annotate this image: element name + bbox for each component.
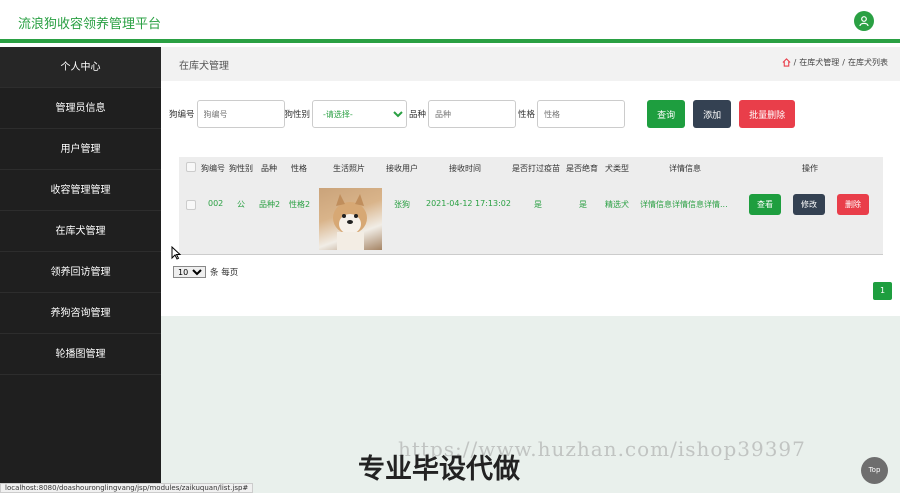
cell-gender: 公 <box>237 200 245 209</box>
breadcrumb-item-module[interactable]: 在库犬管理 <box>799 57 839 68</box>
cell-vaccinated: 是 <box>534 200 542 209</box>
temperament-label: 性格 <box>518 110 536 120</box>
cell-temperament: 性格2 <box>289 200 311 209</box>
temperament-input[interactable] <box>537 100 626 128</box>
breadcrumb-separator: / <box>793 58 797 67</box>
cell-receiver: 张狗 <box>394 200 410 209</box>
add-button[interactable]: 添加 <box>693 100 732 128</box>
header-receiver: 接收用户 <box>386 164 418 173</box>
header-neutered: 是否绝育 <box>566 164 598 173</box>
per-page-label: 条 每页 <box>210 268 239 278</box>
select-all-checkbox[interactable] <box>186 162 196 172</box>
breadcrumb-separator: / <box>842 58 845 67</box>
edit-button[interactable]: 修改 <box>793 194 825 215</box>
sidebar-item-adoption-followup[interactable]: 领养回访管理 <box>0 252 161 293</box>
header-gender: 狗性别 <box>229 164 253 173</box>
header-breed: 品种 <box>261 164 277 173</box>
home-icon[interactable] <box>782 58 791 67</box>
dog-no-input[interactable] <box>196 100 285 128</box>
watermark-text: 专业毕设代做 <box>358 454 520 485</box>
breadcrumb-item-list: 在库犬列表 <box>848 58 888 67</box>
dog-photo <box>319 188 382 250</box>
app-title: 流浪狗收容领养管理平台 <box>18 17 162 32</box>
dog-no-label: 狗编号 <box>169 110 195 120</box>
sidebar-item-carousel[interactable]: 轮播图管理 <box>0 334 161 375</box>
top-header: 流浪狗收容领养管理平台 <box>0 0 900 43</box>
breadcrumb: / 在库犬管理 / 在库犬列表 <box>782 57 888 68</box>
header-dog-type: 犬类型 <box>605 164 629 173</box>
content-panel: 在库犬管理 / 在库犬管理 / 在库犬列表 狗编号 狗性别 -请选择- 品种 性… <box>161 47 900 316</box>
title-bar: 在库犬管理 / 在库犬管理 / 在库犬列表 <box>161 47 900 81</box>
user-avatar-icon[interactable] <box>854 11 874 31</box>
delete-button[interactable]: 删除 <box>837 194 869 215</box>
back-to-top-button[interactable]: Top <box>861 457 888 484</box>
sidebar-item-dog-consultation[interactable]: 养狗咨询管理 <box>0 293 161 334</box>
cell-receive-time: 2021-04-12 17:13:02 <box>426 199 511 208</box>
cell-neutered: 是 <box>579 200 587 209</box>
sidebar-item-user-management[interactable]: 用户管理 <box>0 129 161 170</box>
dog-table: 狗编号 狗性别 品种 性格 生活照片 接收用户 接收时间 是否打过疫苗 是否绝育… <box>179 157 883 255</box>
sidebar: 个人中心 管理员信息 用户管理 收容管理管理 在库犬管理 领养回访管理 养狗咨询… <box>0 47 161 493</box>
header-receive-time: 接收时间 <box>449 164 481 173</box>
mouse-cursor-icon <box>171 246 181 260</box>
batch-delete-button[interactable]: 批量删除 <box>739 100 796 128</box>
search-form: 狗编号 狗性别 -请选择- 品种 性格 查询 添加 批量删除 <box>169 99 796 129</box>
page-title: 在库犬管理 <box>179 61 229 72</box>
table-row: 002 公 品种2 性格2 张狗 2021-04-12 17:13:02 是 是… <box>179 177 883 255</box>
row-checkbox[interactable] <box>186 200 196 210</box>
header-dog-no: 狗编号 <box>201 164 225 173</box>
view-button[interactable]: 查看 <box>749 194 781 215</box>
header-photo: 生活照片 <box>333 164 365 173</box>
sidebar-item-admin-info[interactable]: 管理员信息 <box>0 88 161 129</box>
gender-select[interactable]: -请选择- <box>312 100 408 128</box>
header-actions: 操作 <box>802 164 818 173</box>
breed-input[interactable] <box>428 100 517 128</box>
header-temperament: 性格 <box>291 164 307 173</box>
page-size-select[interactable]: 10 <box>173 266 206 278</box>
breed-label: 品种 <box>409 110 427 120</box>
sidebar-item-in-stock-dogs[interactable]: 在库犬管理 <box>0 211 161 252</box>
cell-dog-type: 精选犬 <box>605 200 629 209</box>
cell-breed: 品种2 <box>259 200 281 209</box>
sidebar-item-shelter-management[interactable]: 收容管理管理 <box>0 170 161 211</box>
header-vaccinated: 是否打过疫苗 <box>512 164 560 173</box>
page-number-button[interactable]: 1 <box>873 282 892 300</box>
query-button[interactable]: 查询 <box>647 100 686 128</box>
main-area: 在库犬管理 / 在库犬管理 / 在库犬列表 狗编号 狗性别 -请选择- 品种 性… <box>161 47 900 493</box>
table-header: 狗编号 狗性别 品种 性格 生活照片 接收用户 接收时间 是否打过疫苗 是否绝育… <box>179 157 883 177</box>
header-details: 详情信息 <box>669 164 701 173</box>
page-size-control: 10 条 每页 <box>173 266 238 278</box>
cell-dog-no: 002 <box>208 199 224 208</box>
sidebar-item-personal-center[interactable]: 个人中心 <box>0 47 161 88</box>
browser-status-url: localhost:8080/doashouronglingvang/jsp/m… <box>0 483 254 493</box>
gender-label: 狗性别 <box>284 110 311 120</box>
cell-details: 详情信息详情信息详情... <box>640 200 728 209</box>
